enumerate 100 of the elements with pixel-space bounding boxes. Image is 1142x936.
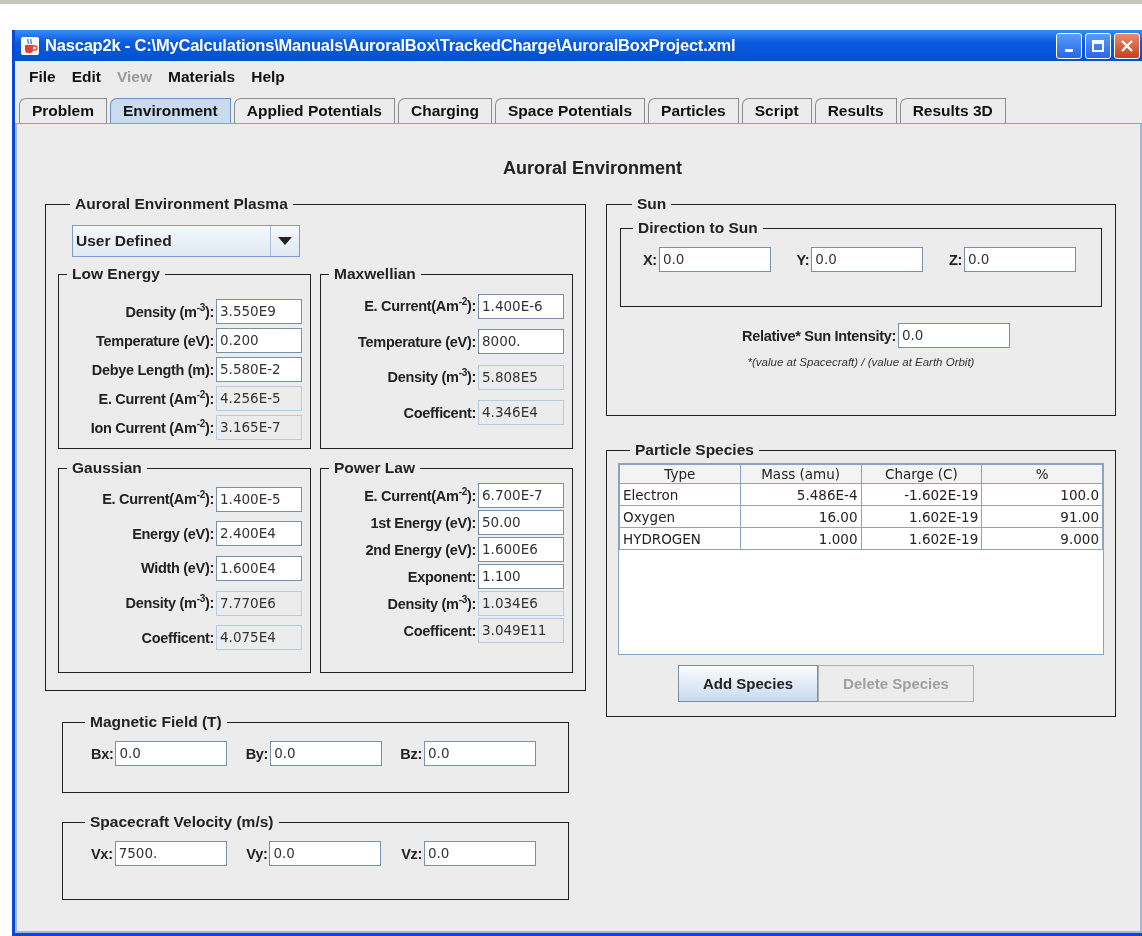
group-title: Low Energy xyxy=(71,265,161,283)
field-label: Temperature (eV): xyxy=(358,333,476,350)
text-field[interactable]: 3.550E9 xyxy=(216,299,302,324)
menu-item[interactable]: Edit xyxy=(63,68,109,86)
tab[interactable]: Script xyxy=(741,98,812,123)
text-field[interactable]: 1.400E-5 xyxy=(216,486,302,512)
group-title: Auroral Environment Plasma xyxy=(74,195,289,213)
table-cell: HYDROGEN xyxy=(619,527,741,550)
column-header[interactable]: Charge (C) xyxy=(861,464,982,484)
menu-item[interactable]: File xyxy=(21,68,64,86)
menu-item[interactable]: Materials xyxy=(160,68,244,86)
tab[interactable]: Results xyxy=(814,98,897,123)
window-title: Nascap2k - C:\MyCalculations\Manuals\AuroralBox\TrackedCharge\AuroralBoxProject.xml xyxy=(45,36,737,55)
text-field[interactable]: 0.0 xyxy=(811,247,924,272)
group-title: Direction to Sun xyxy=(637,219,759,237)
menu-item[interactable]: Help xyxy=(243,68,293,86)
field-label: Temperature (eV): xyxy=(96,332,214,349)
table-cell: 5.486E-4 xyxy=(740,483,861,506)
table-cell: 1.602E-19 xyxy=(861,527,982,550)
group-title: Particle Species xyxy=(634,441,755,459)
maximize-icon xyxy=(1092,39,1104,52)
table-cell: 1.000 xyxy=(740,527,861,550)
group-title: Magnetic Field (T) xyxy=(89,713,223,731)
field-label: Density (m$^{-3}$): xyxy=(125,595,214,612)
readonly-field: 3.049E11 xyxy=(478,618,564,643)
text-field[interactable]: 0.0 xyxy=(269,841,382,866)
text-field[interactable]: 7500. xyxy=(114,841,227,866)
text-field[interactable]: 1.100 xyxy=(478,564,564,589)
text-field[interactable]: 8000. xyxy=(478,329,564,355)
table-cell: 100.0 xyxy=(981,483,1103,506)
column-header[interactable]: % xyxy=(981,464,1103,484)
tab[interactable]: Applied Potentials xyxy=(233,98,395,123)
section-heading: Auroral Environment xyxy=(502,158,683,179)
field-label: 2nd Energy (eV): xyxy=(365,541,476,558)
footnote: *(value at Spacecraft) / (value at Earth Orbit) xyxy=(746,356,976,368)
field-label: Exponent: xyxy=(407,568,476,585)
tab[interactable]: Charging xyxy=(397,98,492,123)
field-label: Vx: xyxy=(91,845,113,862)
table-cell: Oxygen xyxy=(619,505,741,528)
table-cell: 91.00 xyxy=(981,505,1103,528)
species-button: Delete Species xyxy=(818,665,974,702)
readonly-field: 7.770E6 xyxy=(216,590,302,616)
field-label: Width (eV): xyxy=(140,560,214,577)
readonly-field: 4.256E-5 xyxy=(216,386,302,411)
text-field[interactable]: 50.00 xyxy=(478,510,564,535)
table-cell: -1.602E-19 xyxy=(861,483,982,506)
readonly-field: 3.165E-7 xyxy=(216,415,302,440)
text-field[interactable]: 1.600E6 xyxy=(478,537,564,562)
field-label: Ion Current (Am$^{-2}$): xyxy=(90,419,214,436)
table-cell: 9.000 xyxy=(981,527,1103,550)
text-field[interactable]: 6.700E-7 xyxy=(478,483,564,508)
text-field[interactable]: 0.0 xyxy=(424,841,536,866)
text-field[interactable]: 1.600E4 xyxy=(216,555,302,581)
field-label: Vy: xyxy=(246,845,268,862)
tab[interactable]: Problem xyxy=(19,98,107,123)
close-button[interactable] xyxy=(1114,32,1140,59)
minimize-button[interactable] xyxy=(1056,32,1082,59)
column-header[interactable]: Type xyxy=(619,464,741,484)
group-title: Power Law xyxy=(333,459,416,477)
group-title: Maxwellian xyxy=(333,265,417,283)
table-cell: 1.602E-19 xyxy=(861,505,982,528)
field-label: Coefficent: xyxy=(141,629,214,646)
readonly-field: 4.075E4 xyxy=(216,625,302,651)
field-label: Debye Length (m): xyxy=(91,361,214,378)
text-field[interactable]: 0.200 xyxy=(216,328,302,353)
field-label: Density (m$^{-3}$): xyxy=(125,303,214,320)
column-header[interactable]: Mass (amu) xyxy=(740,464,861,484)
text-field[interactable]: 5.580E-2 xyxy=(216,357,302,382)
field-label: E. Current(Am$^{-2}$): xyxy=(364,487,476,504)
tab[interactable]: Results 3D xyxy=(899,98,1006,123)
field-label: Bx: xyxy=(91,745,114,762)
dropdown[interactable]: User Defined xyxy=(72,225,300,257)
caret-icon xyxy=(278,237,292,245)
tab[interactable]: Environment xyxy=(110,98,231,123)
text-field[interactable]: 0.0 xyxy=(658,247,771,272)
field-label: E. Current(Am$^{-2}$): xyxy=(102,491,214,508)
text-field[interactable]: 2.400E4 xyxy=(216,521,302,547)
field-label: Density (m$^{-3}$): xyxy=(387,369,476,386)
field-label: Y: xyxy=(796,251,810,268)
text-field[interactable]: 0.0 xyxy=(270,741,383,766)
tab[interactable]: Particles xyxy=(648,98,739,123)
table-cell: 16.00 xyxy=(740,505,861,528)
group-title: Spacecraft Velocity (m/s) xyxy=(89,813,275,831)
field-label: Z: xyxy=(948,251,962,268)
field-label: X: xyxy=(643,251,657,268)
species-button[interactable]: Add Species xyxy=(678,665,819,702)
maximize-button[interactable] xyxy=(1085,32,1111,59)
field-label: Relative* Sun Intensity: xyxy=(742,327,896,344)
text-field[interactable]: 0.0 xyxy=(964,247,1076,272)
cup-icon xyxy=(21,36,39,55)
field-label: Coefficent: xyxy=(403,622,476,639)
text-field[interactable]: 1.400E-6 xyxy=(478,293,564,319)
text-field[interactable]: 0.0 xyxy=(115,741,228,766)
group-title: Gaussian xyxy=(71,459,143,477)
text-field[interactable]: 0.0 xyxy=(897,323,1010,348)
tab[interactable]: Space Potentials xyxy=(495,98,646,123)
text-field[interactable]: 0.0 xyxy=(424,741,536,766)
field-label: By: xyxy=(245,745,269,762)
field-label: 1st Energy (eV): xyxy=(370,514,476,531)
field-label: E. Current(Am$^{-2}$): xyxy=(364,298,476,315)
